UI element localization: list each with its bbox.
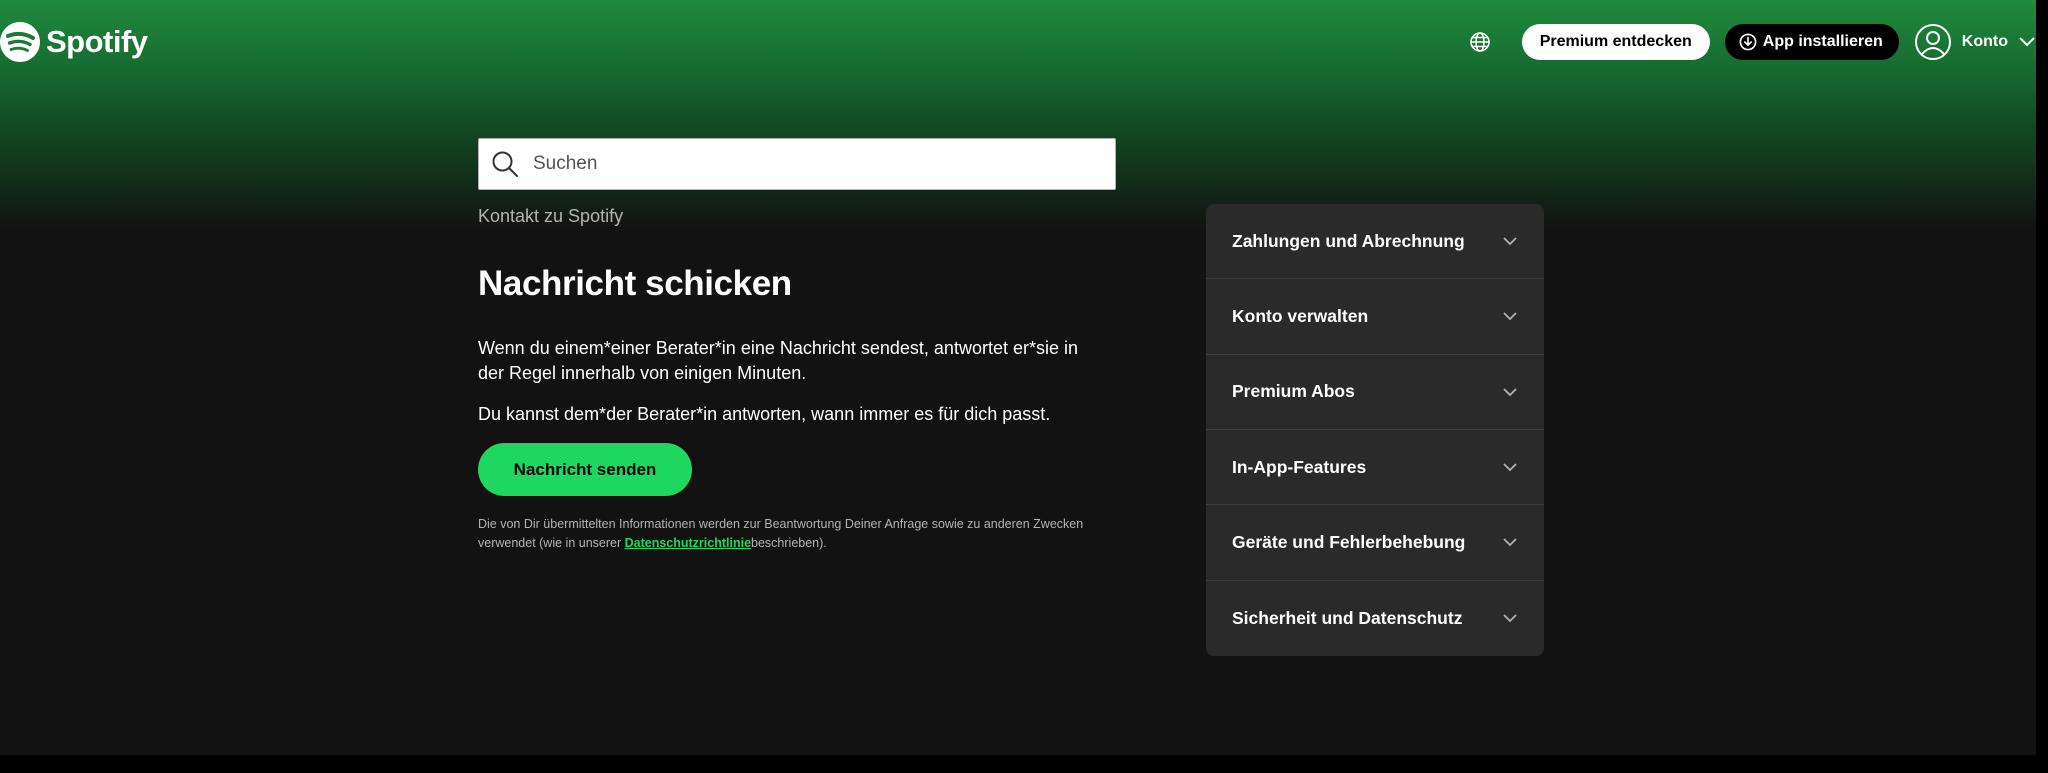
- chevron-down-icon: [2018, 36, 2036, 48]
- user-avatar-icon: [1914, 23, 1952, 61]
- topic-label: Sicherheit und Datenschutz: [1232, 607, 1463, 628]
- breadcrumb[interactable]: Kontakt zu Spotify: [478, 206, 623, 227]
- chevron-down-icon: [1502, 613, 1518, 623]
- top-nav: Spotify Premium entdecken App installier…: [0, 0, 2036, 84]
- topic-label: In-App-Features: [1232, 456, 1367, 477]
- help-topics-accordion: Zahlungen und Abrechnung Konto verwalten…: [1206, 204, 1544, 656]
- install-app-button[interactable]: App installieren: [1724, 24, 1899, 60]
- account-menu[interactable]: Konto: [1914, 23, 2036, 61]
- chevron-down-icon: [1502, 311, 1518, 321]
- header-actions: Premium entdecken App installieren Konto: [1466, 23, 2036, 61]
- download-icon: [1739, 33, 1757, 51]
- intro-paragraph: Wenn du einem*einer Berater*in eine Nach…: [478, 338, 1078, 383]
- topic-manage-account[interactable]: Konto verwalten: [1206, 279, 1544, 355]
- account-label: Konto: [1961, 33, 2008, 50]
- privacy-disclaimer: Die von Dir übermittelten Informationen …: [478, 515, 1098, 553]
- premium-button[interactable]: Premium entdecken: [1521, 24, 1710, 60]
- chevron-down-icon: [1502, 537, 1518, 547]
- window-edge: [2036, 0, 2048, 773]
- spotify-logo-icon: [0, 22, 40, 62]
- install-app-label: App installieren: [1762, 33, 1883, 50]
- privacy-policy-link[interactable]: Datenschutzrichtlinie: [625, 536, 751, 550]
- topic-premium-plans[interactable]: Premium Abos: [1206, 355, 1544, 430]
- search-icon: [491, 150, 519, 178]
- spotify-logo[interactable]: Spotify: [0, 22, 148, 62]
- globe-icon[interactable]: [1466, 28, 1494, 56]
- topic-payments[interactable]: Zahlungen und Abrechnung: [1206, 204, 1544, 280]
- reply-paragraph: Du kannst dem*der Berater*in antworten, …: [478, 404, 1051, 424]
- disclaimer-text-end: beschrieben).: [751, 536, 827, 550]
- window-bottom-edge: [0, 755, 2048, 773]
- topic-security-privacy[interactable]: Sicherheit und Datenschutz: [1206, 581, 1544, 656]
- topic-devices-troubleshooting[interactable]: Geräte und Fehlerbehebung: [1206, 505, 1544, 581]
- topic-label: Premium Abos: [1232, 381, 1355, 402]
- search-input[interactable]: [533, 153, 1093, 175]
- chevron-down-icon: [1502, 462, 1518, 472]
- page-title: Nachricht schicken: [478, 264, 792, 303]
- topic-label: Geräte und Fehlerbehebung: [1232, 531, 1466, 552]
- topic-label: Konto verwalten: [1232, 305, 1369, 326]
- chevron-down-icon: [1502, 236, 1518, 246]
- logo-wordmark: Spotify: [46, 24, 148, 59]
- chevron-down-icon: [1502, 387, 1518, 397]
- topic-label: Zahlungen und Abrechnung: [1232, 230, 1465, 251]
- send-message-button[interactable]: Nachricht senden: [478, 443, 692, 496]
- search-bar: [478, 138, 1116, 190]
- topic-in-app-features[interactable]: In-App-Features: [1206, 430, 1544, 506]
